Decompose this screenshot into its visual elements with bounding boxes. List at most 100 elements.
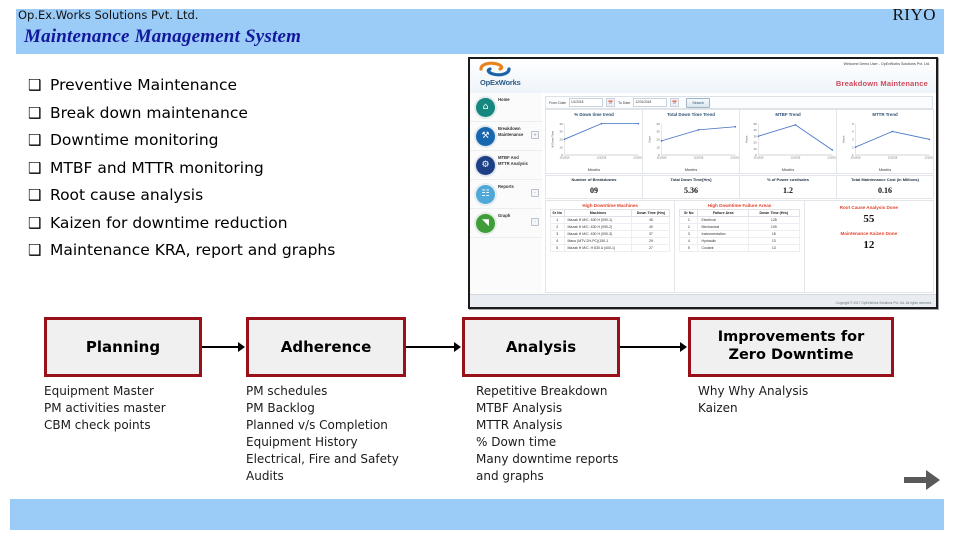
svg-text:30: 30 [560,130,564,134]
table-row: 5 Mazak H M/C. H 630 A (400-1) 27 [549,244,671,252]
table-header-row: Sr No Machines Down Time (Hrs) [549,209,671,217]
calendar-icon-from[interactable]: 📅 [605,98,615,107]
flow-stage-analysis[interactable]: Analysis [462,317,620,377]
flow-connector [406,346,455,348]
svg-text:Days: Days [647,136,651,143]
expander-icon[interactable]: + [531,131,539,139]
footer-company: Op.Ex.Works Solutions Pvt. Ltd. [18,8,199,22]
svg-text:20: 20 [657,138,661,142]
high-downtime-machines-panel: High Downtime Machines Sr No Machines Down… [545,200,676,293]
flow-item: Many downtime reports [476,452,619,466]
flow-item: Equipment History [246,435,358,449]
checkbox-square-icon: ❑ [28,103,42,122]
table-header-row: Sr No Failure Area Down Time (Hrs) [679,209,800,217]
chart-title: MTBF Trend [775,112,801,117]
app-footer: Copyright © 2017 OpExWorks Solutions Pvt… [470,294,936,307]
sidebar-item-mtbf-and-mttr-analysis[interactable]: ⚙ MTBF And MTTR Analysis [470,151,542,180]
table-cell: 27 [631,244,671,252]
table-cell: 1 [679,216,699,224]
table-cell: 4 [679,237,699,245]
table-cell: 45 [631,216,671,224]
app-header: OpExWorks Welcome Demo User - OpExWorks … [470,59,936,94]
svg-text:0: 0 [755,153,757,157]
svg-text:Hours: Hours [841,135,845,143]
sidebar-item-reports[interactable]: ☷ Reports - [470,180,542,209]
table-cell: 2 [679,223,699,231]
flow-arrowhead-icon [680,342,687,352]
bullet-item-label: Root cause analysis [50,186,204,204]
table-cell: 1 [549,216,565,224]
flow-stage-planning[interactable]: Planning [44,317,202,377]
bullet-list: ❑ Preventive Maintenance ❑ Break down maint… [28,72,448,265]
table-row: 2 Mazak H M/C. 630 H (090-2) 40 [549,223,671,231]
kaizen-value: 12 [863,239,875,251]
rca-label: Root Cause Analysis Done [839,205,898,210]
machines-panel-title: High Downtime Machines [582,203,638,208]
expander-icon[interactable]: - [531,189,539,197]
kaizen-label: Maintenance Kaizen Done [840,231,898,236]
flow-stage-title: Adherence [280,337,372,356]
app-copyright: Copyright © 2017 OpExWorks Solutions Pvt… [835,301,932,305]
table-cell: 13 [747,237,800,245]
flow-item: PM schedules [246,384,328,398]
svg-text:12/1/2018: 12/1/2018 [730,158,739,160]
sidebar-item-home[interactable]: ⌂ Home [470,93,542,122]
table-row: 4 Hydraulic 13 [679,237,800,245]
flow-item: PM Backlog [246,401,315,415]
table-cell: 128 [747,216,800,224]
to-date-input[interactable]: 12/31/2018 [633,98,668,107]
bullet-item: ❑ Break down maintenance [28,100,448,128]
svg-text:10: 10 [560,145,564,149]
svg-text:1: 1 [852,153,854,157]
flow-stage-title: Improvements for Zero Downtime [717,329,865,363]
table-cell: 3 [679,230,699,238]
kpi-card: Number of Breakdowns 09 [545,175,643,199]
svg-text:11/1/2018: 11/1/2018 [694,158,704,160]
svg-text:40: 40 [754,128,758,132]
table-cell: 109 [747,223,800,231]
table-cell: Mazak H M/C. 630 H (090-3) [563,230,633,238]
rca-value: 55 [863,213,875,225]
flow-stage-items: PM schedules PM Backlog Planned v/s Comple… [246,383,399,485]
bullet-item: ❑ Root cause analysis [28,182,448,210]
flow-stage-adherence[interactable]: Adherence [246,317,406,377]
flow-item: and graphs [476,469,544,483]
search-button[interactable]: Search [686,97,710,108]
from-date-input[interactable]: 1/1/2018 [568,98,603,107]
bullet-item: ❑ Downtime monitoring [28,127,448,155]
bullet-item: ❑ Preventive Maintenance [28,72,448,100]
svg-text:10/1/2018: 10/1/2018 [560,158,571,160]
svg-text:10: 10 [754,147,758,151]
sidebar-item-label: Reports [498,184,514,189]
sidebar-item-breakdown-maintenance[interactable]: ⚒ Breakdown Maintenance + [470,122,542,151]
svg-text:11/1/2018: 11/1/2018 [791,158,801,160]
chart-plot: 0 10 20 30 40 % Down Time 10/1/2018 11/1/2018 12… [550,122,642,160]
charts-row: % Down time trend 0 10 20 30 40% Down Time 10/… [545,109,934,174]
svg-text:30: 30 [754,134,758,138]
sidebar-item-graph[interactable]: ◥ Graph - [470,209,542,238]
app-welcome-text: Welcome Demo User - OpExWorks Solutions … [843,62,930,66]
table-cell: 13 [747,244,800,252]
next-slide-arrow-icon[interactable] [902,466,942,494]
flow-stage-improvements-for[interactable]: Improvements for Zero Downtime [688,317,894,377]
table-cell: 5 [549,244,565,252]
checkbox-square-icon: ❑ [28,186,42,204]
expander-icon[interactable]: - [531,218,539,226]
svg-text:12/1/2018: 12/1/2018 [827,158,836,160]
kpi-value: 5.36 [684,185,698,195]
svg-text:5: 5 [852,122,854,126]
chart-mttr-trend: MTTR Trend 1 2 3 4 5 Hours 10/1/2018 11/1/2018 12… [836,109,934,174]
table-cell: Maus (MTV-2H-PC)(150-1 [563,237,633,245]
calendar-icon-to[interactable]: 📅 [670,98,680,107]
high-downtime-failure-areas-panel: High Downtime Failure Areas Sr No Failure… [674,200,805,293]
rca-kaizen-panel: Root Cause Analysis Done 55 Maintenance … [803,200,934,293]
table-cell: Mechanical [697,223,749,231]
app-main-content: From Date 1/1/2018 📅 To Date 12/31/2018 … [542,93,936,295]
kpi-card: Total Down Time[Hrs] 5.36 [642,175,740,199]
filter-bar: From Date 1/1/2018 📅 To Date 12/31/2018 … [545,96,933,109]
svg-text:20: 20 [754,141,758,145]
bullet-item-label: MTBF and MTTR monitoring [50,158,264,177]
bullet-item-label: Break down maintenance [50,103,248,122]
table-row: 5 Coolant 13 [679,244,800,252]
flow-connector [620,346,681,348]
